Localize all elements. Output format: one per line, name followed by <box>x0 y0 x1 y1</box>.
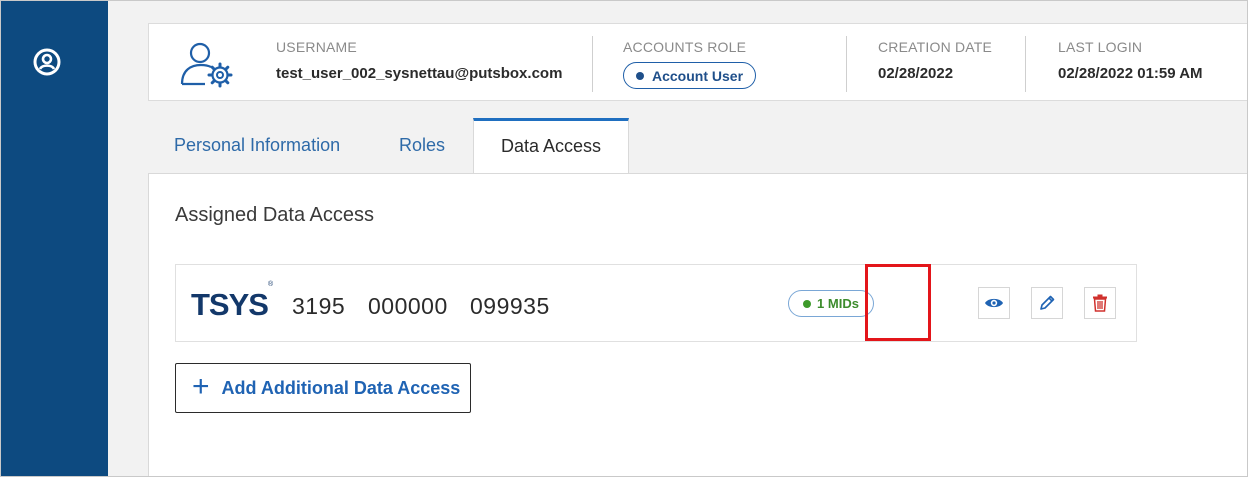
creation-date-label: CREATION DATE <box>878 39 993 55</box>
creation-date-block: CREATION DATE 02/28/2022 <box>878 38 992 83</box>
last-login-block: LAST LOGIN 02/28/2022 01:59 AM <box>1058 38 1203 83</box>
plus-icon: + <box>192 369 210 403</box>
role-dot-icon <box>636 71 644 80</box>
mid-part-1: 3195 <box>292 293 346 319</box>
username-label: USERNAME <box>276 39 357 55</box>
tab-data-access[interactable]: Data Access <box>473 118 629 174</box>
tsys-logo: TSYS® <box>191 280 274 322</box>
mid-part-3: 099935 <box>470 293 550 319</box>
trash-icon <box>1093 294 1107 312</box>
username-value: test_user_002_sysnettau@putsbox.com <box>276 65 563 82</box>
pencil-icon <box>1040 295 1055 310</box>
mid-part-2: 000000 <box>368 293 448 319</box>
mids-count: 1 MIDs <box>817 296 859 311</box>
add-data-access-label: Add Additional Data Access <box>221 377 461 398</box>
eye-icon <box>985 298 1003 308</box>
tab-bar: Personal Information Roles Data Access <box>148 118 1247 174</box>
main-area: USERNAME test_user_002_sysnettau@putsbox… <box>108 1 1247 476</box>
add-data-access-button[interactable]: + Add Additional Data Access <box>175 363 471 413</box>
section-title: Assigned Data Access <box>175 204 374 226</box>
role-value: Account User <box>652 67 744 84</box>
username-block: USERNAME test_user_002_sysnettau@putsbox… <box>276 38 562 83</box>
tab-roles[interactable]: Roles <box>399 118 445 174</box>
sidebar <box>1 1 108 476</box>
edit-highlight-box <box>865 264 931 341</box>
tab-personal-information[interactable]: Personal Information <box>174 118 340 174</box>
last-login-label: LAST LOGIN <box>1058 39 1143 55</box>
user-summary-card: USERNAME test_user_002_sysnettau@putsbox… <box>148 23 1247 101</box>
role-badge: Account User <box>623 62 757 89</box>
delete-button[interactable] <box>1084 287 1116 319</box>
creation-date-value: 02/28/2022 <box>878 65 954 82</box>
divider <box>592 36 593 92</box>
edit-button[interactable] <box>1031 287 1063 319</box>
divider <box>1025 36 1026 92</box>
data-access-panel: Assigned Data Access TSYS® 3195 000000 0… <box>148 173 1247 476</box>
user-settings-icon <box>180 42 233 88</box>
status-dot-icon <box>803 299 812 308</box>
app-frame: USERNAME test_user_002_sysnettau@putsbox… <box>0 0 1248 477</box>
data-access-row: TSYS® 3195 000000 099935 1 MIDs <box>175 264 1137 342</box>
role-label: ACCOUNTS ROLE <box>623 39 747 55</box>
mids-badge: 1 MIDs <box>788 290 874 317</box>
divider <box>846 36 847 92</box>
user-circle-icon[interactable] <box>32 47 62 77</box>
view-button[interactable] <box>978 287 1010 319</box>
role-block: ACCOUNTS ROLE Account User <box>623 38 757 89</box>
last-login-value: 02/28/2022 01:59 AM <box>1058 65 1203 82</box>
